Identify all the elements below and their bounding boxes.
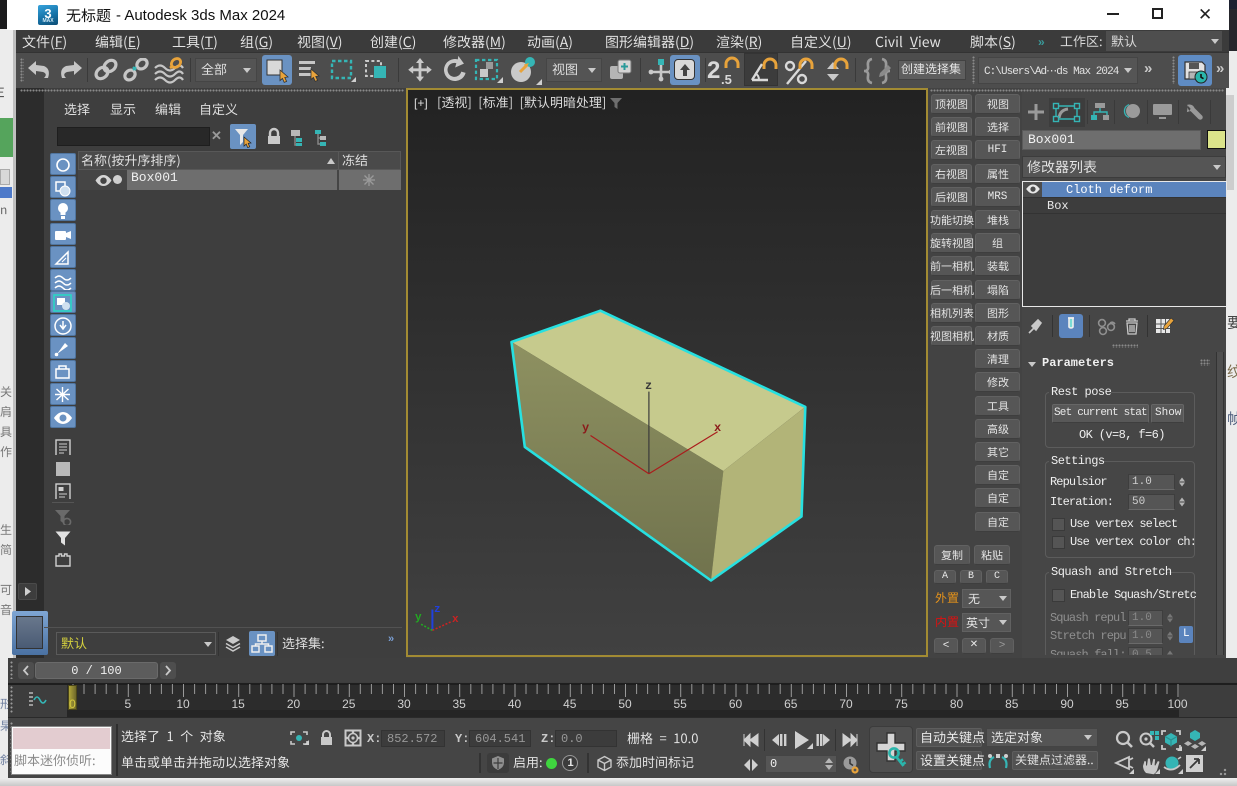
svg-text:.5: .5 xyxy=(721,72,732,86)
svg-text:y: y xyxy=(582,421,589,435)
svg-text:x: x xyxy=(714,421,721,435)
svg-text:x: x xyxy=(452,614,459,626)
svg-text:y: y xyxy=(415,612,422,624)
svg-text:z: z xyxy=(434,604,441,616)
svg-text:2: 2 xyxy=(707,57,720,84)
svg-text:z: z xyxy=(645,379,652,393)
